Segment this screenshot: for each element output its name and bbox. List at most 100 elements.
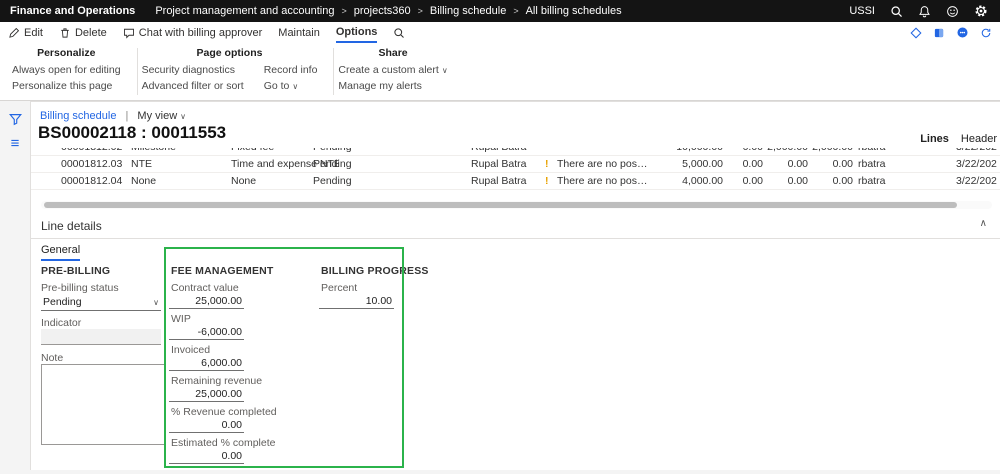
notifications-bell-icon[interactable] [918,5,931,18]
cell-amount: 5,000.00 [682,158,723,170]
chevron-down-icon: ∨ [180,112,187,121]
estimated-percent-complete-field[interactable]: 0.00 [169,450,244,464]
note-textarea[interactable] [41,364,166,445]
action-pane: Edit Delete Chat with billing approver M… [0,22,1000,43]
chat-label: Chat with billing approver [138,26,263,39]
group-title-personalize: Personalize [37,47,96,59]
always-open-for-editing-button[interactable]: Always open for editing [12,64,121,76]
line-details-section-header[interactable]: Line details ∧ [31,214,1000,239]
chevron-down-icon: ∨ [441,66,448,75]
filter-funnel-icon[interactable] [0,107,30,131]
wip-field[interactable]: -6,000.00 [169,326,244,340]
invoiced-field[interactable]: 6,000.00 [169,357,244,371]
breadcrumb-view[interactable]: All billing schedules [526,5,622,17]
contract-value-field[interactable]: 25,000.00 [169,295,244,309]
copilot-chat-icon[interactable] [956,26,969,39]
invoiced-label: Invoiced [171,344,211,356]
pipe-separator: | [125,110,129,122]
remaining-revenue-field[interactable]: 25,000.00 [169,388,244,402]
ribbon-group-page-options: Page options Security diagnostics Advanc… [138,43,334,100]
cell-user: rbatra [858,175,886,187]
tab-options[interactable]: Options [335,22,378,43]
company-picker[interactable]: USSI [849,5,875,17]
view-selector[interactable]: My view ∨ [137,110,186,122]
power-apps-icon[interactable] [910,26,922,39]
horizontal-scrollbar[interactable] [41,201,992,209]
warning-icon: ! [545,158,549,170]
percent-field[interactable]: 10.00 [319,295,394,309]
cell-status: Pending [313,158,352,170]
cell-amount: 4,000.00 [682,175,723,187]
pre-billing-status-combobox[interactable]: Pending ∨ [41,294,161,311]
wip-label: WIP [171,313,191,325]
top-navigation-bar: Finance and Operations Project managemen… [0,0,1000,22]
tab-maintain[interactable]: Maintain [278,22,320,43]
delete-button[interactable]: Delete [59,22,107,43]
ribbon-group-share: Share Create a custom alert ∨ Manage my a… [334,43,463,100]
create-custom-alert-label: Create a custom alert [338,64,439,76]
go-to-dropdown[interactable]: Go to ∨ [264,80,318,92]
record-info-button[interactable]: Record info [264,64,318,76]
breadcrumb-page[interactable]: Billing schedule [430,5,506,17]
ribbon-group-personalize: Personalize Always open for editing Pers… [8,43,137,100]
tab-lines[interactable]: Lines [920,133,949,145]
cell-amount-3: 2,000.00 [765,148,808,156]
breadcrumb-separator-icon: > [513,6,519,16]
cell-date: 3/22/202 [956,148,1000,156]
pre-billing-status-label: Pre-billing status [41,282,119,294]
table-row[interactable]: 00001812.02 Milestone Fixed fee Pending … [31,148,1000,156]
chat-bubble-icon [123,27,135,39]
percent-label: Percent [321,282,358,294]
cell-approver: Rupal Batra [471,148,543,156]
horizontal-scrollbar-thumb[interactable] [44,202,957,208]
edit-button[interactable]: Edit [8,22,43,43]
cell-line-id: 00001812.04 [61,175,123,187]
trash-icon [59,27,71,39]
record-type-link[interactable]: Billing schedule [40,110,116,122]
task-panel-icon[interactable] [933,27,945,39]
refresh-icon[interactable] [980,27,992,39]
cell-date: 3/22/202 [956,175,997,187]
table-row[interactable]: 00001812.03 NTE Time and expense NTE Pen… [31,156,1000,173]
breadcrumb-separator-icon: > [417,6,423,16]
cell-user: rbatra [858,148,908,156]
tab-header[interactable]: Header [961,133,997,145]
cell-amount-2: 0.00 [742,158,763,170]
settings-gear-icon[interactable] [974,4,988,18]
collapse-chevron-up-icon[interactable]: ∧ [980,218,987,229]
chat-with-billing-approver-button[interactable]: Chat with billing approver [123,22,263,43]
warning-icon: ! [545,175,549,187]
cell-message: There are no posted... [557,158,649,170]
revenue-completed-field[interactable]: 0.00 [169,419,244,433]
breadcrumb-module[interactable]: Project management and accounting [155,5,334,17]
cell-status: Pending [313,148,383,156]
pencil-icon [8,27,20,39]
chevron-down-icon: ∨ [153,297,159,307]
billing-schedule-page: Billing schedule | My view ∨ BS00002118 :… [30,101,1000,470]
expand-pane-hamburger-icon[interactable]: ≡ [0,131,30,155]
advanced-filter-or-sort-button[interactable]: Advanced filter or sort [142,80,244,92]
app-window: Finance and Operations Project managemen… [0,0,1000,474]
cell-amount-3: 0.00 [787,158,808,170]
personalize-this-page-button[interactable]: Personalize this page [12,80,121,92]
cell-amount-2: 0.00 [742,175,763,187]
breadcrumb-area[interactable]: projects360 [354,5,411,17]
delete-label: Delete [74,26,107,39]
page-caption-row: Billing schedule | My view ∨ [40,110,186,122]
manage-my-alerts-button[interactable]: Manage my alerts [338,80,447,92]
contract-value-label: Contract value [171,282,239,294]
search-icon[interactable] [890,5,903,18]
table-row[interactable]: 00001812.04 None None Pending Rupal Batr… [31,173,1000,190]
feedback-smiley-icon[interactable] [946,5,959,18]
left-rail: ≡ [0,101,30,474]
cell-amount: 10,000.00 [643,148,723,156]
security-diagnostics-button[interactable]: Security diagnostics [142,64,244,76]
cell-amount-4: 2,000.00 [810,148,853,156]
action-search-icon[interactable] [393,22,405,43]
cell-status: Pending [313,175,352,187]
cell-approver: Rupal Batra [471,158,527,170]
app-title[interactable]: Finance and Operations [0,5,149,17]
tab-general[interactable]: General [41,244,81,261]
create-custom-alert-dropdown[interactable]: Create a custom alert ∨ [338,64,447,76]
bottom-strip [0,470,1000,474]
